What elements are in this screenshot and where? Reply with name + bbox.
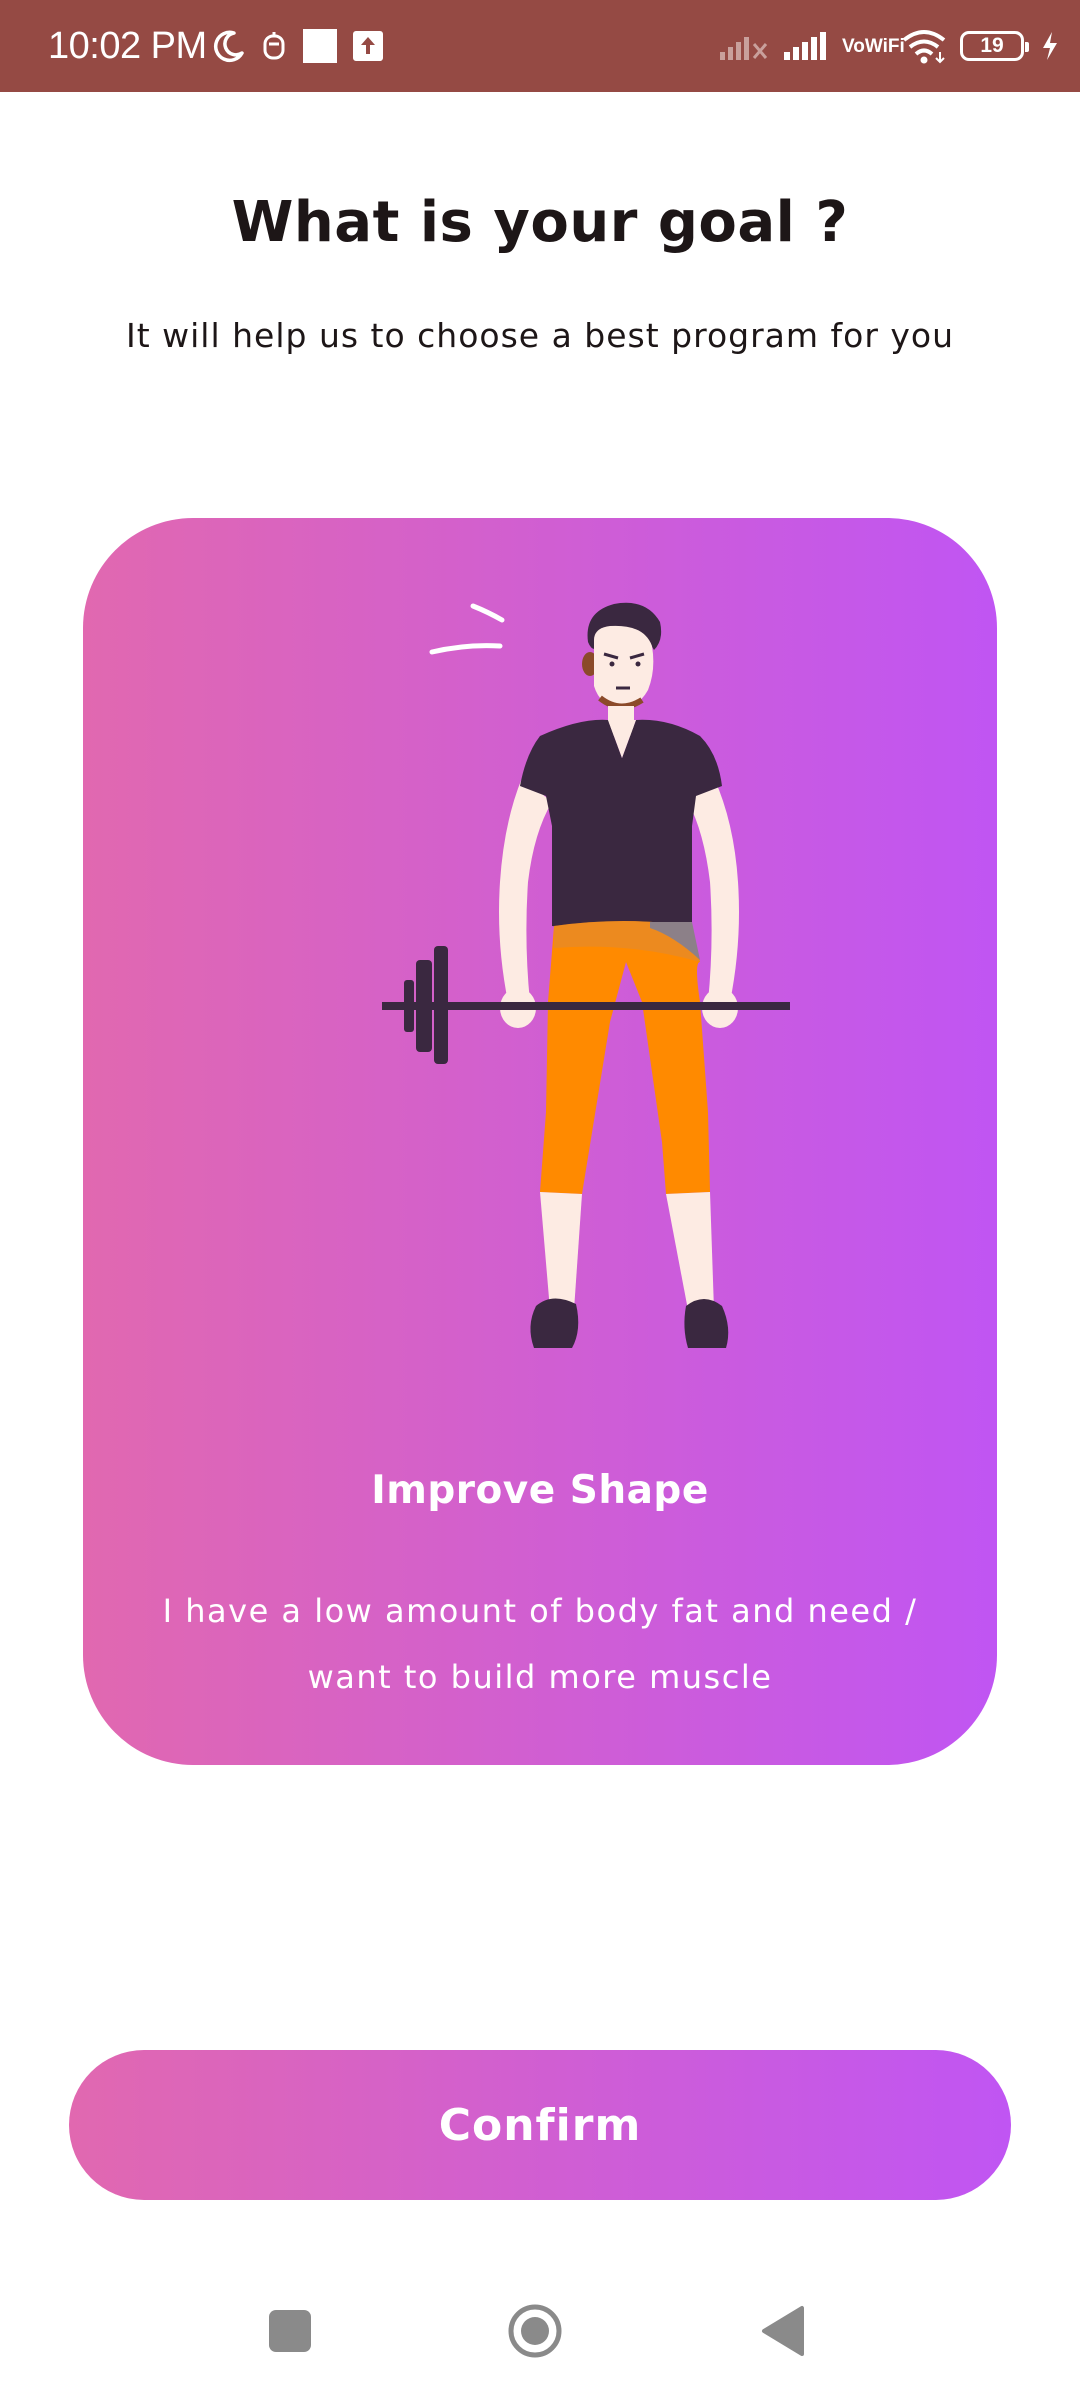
page-subtitle: It will help us to choose a best program… [125, 316, 955, 355]
weightlifter-illustration [382, 602, 790, 1348]
signal-icon [782, 30, 830, 62]
square-icon [302, 28, 338, 64]
back-icon[interactable] [760, 2304, 806, 2358]
goal-title: Improve Shape [371, 1468, 709, 1513]
moon-icon [212, 29, 246, 63]
vowifi-icon: Vo WiFi [842, 35, 905, 57]
status-right-icons: Vo WiFi 19 [706, 22, 1060, 70]
status-time: 10:02 PM [48, 25, 207, 67]
wifi-icon [900, 28, 948, 64]
navigation-bar [0, 2270, 1080, 2400]
goal-description: I have a low amount of body fat and need… [162, 1592, 918, 1696]
confirm-button[interactable]: Confirm [69, 2050, 1011, 2200]
battery-icon: 19 [960, 31, 1029, 61]
page-title: What is your goal ? [231, 190, 849, 255]
signal-no-service-icon [718, 30, 770, 62]
status-left-icons [212, 22, 398, 70]
status-bar: 10:02 PM Vo WiFi 19 [0, 0, 1080, 92]
charging-icon [1040, 30, 1060, 62]
notification-icon [260, 30, 288, 62]
upload-icon [352, 30, 384, 62]
recents-icon[interactable] [269, 2310, 311, 2352]
home-icon[interactable] [507, 2303, 563, 2359]
goal-card[interactable]: Improve Shape I have a low amount of bod… [83, 518, 997, 1765]
